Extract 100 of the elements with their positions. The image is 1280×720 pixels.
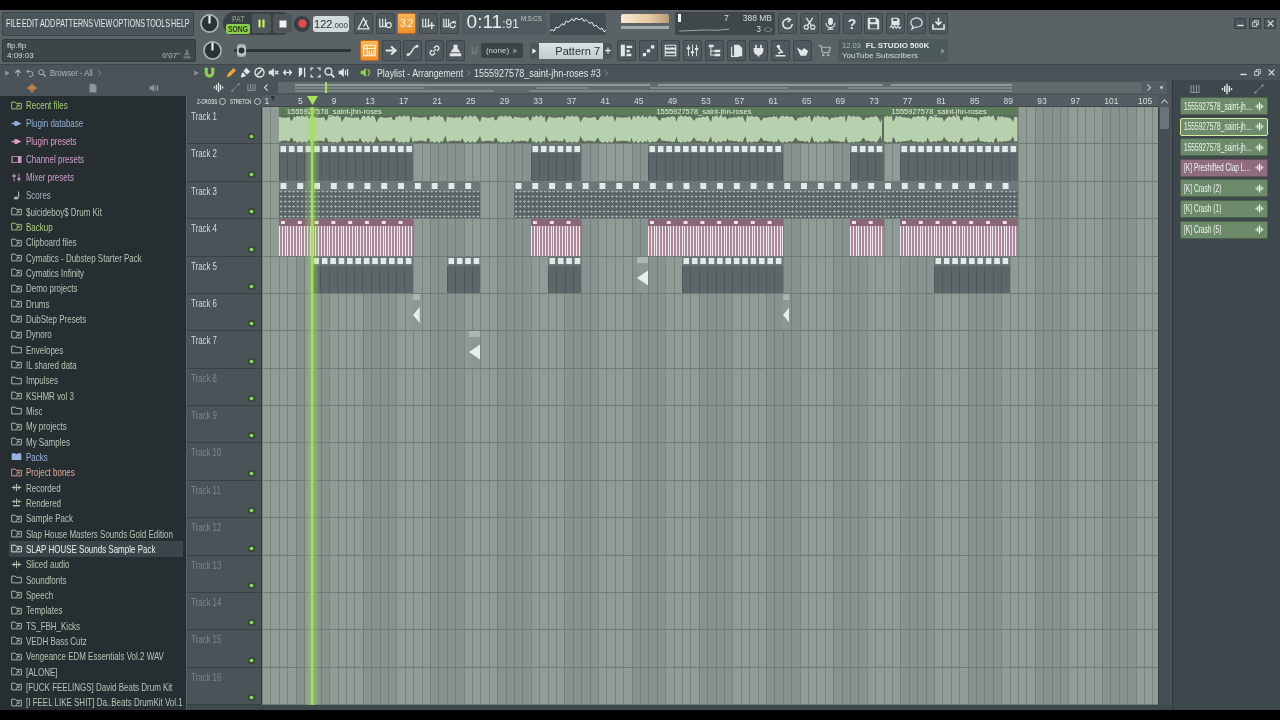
status-dot-icon[interactable] — [248, 694, 255, 701]
clip-source-item[interactable]: 1555927578_saint-jh… — [1180, 117, 1268, 136]
pattern-clip[interactable] — [312, 256, 414, 293]
browser-item[interactable]: Templates — [9, 602, 183, 618]
arrangement-selector[interactable]: 1555927578_saint-jhn-roses #3 — [474, 66, 601, 79]
audio-clip[interactable] — [782, 293, 790, 331]
browser-item[interactable]: KSHMR vol 3 — [9, 387, 183, 404]
menu-item[interactable]: TOOLS — [146, 17, 171, 30]
close-button[interactable] — [1264, 18, 1276, 29]
snap-dropdown[interactable]: (none) — [481, 43, 523, 58]
document-icon[interactable] — [88, 83, 98, 93]
export-button[interactable] — [885, 13, 905, 34]
overview-strip[interactable] — [277, 81, 1143, 94]
menu-item[interactable]: VIEW — [93, 17, 112, 30]
browser-item[interactable]: Backup — [9, 219, 183, 235]
download-button[interactable] — [928, 13, 948, 34]
browser-item[interactable]: Mixer presets — [9, 168, 183, 186]
clip-source-item[interactable]: [K] Crash (1) — [1180, 199, 1268, 218]
pattern-clip[interactable] — [547, 256, 582, 293]
triangle-icon[interactable] — [194, 69, 199, 76]
browser-button[interactable] — [705, 40, 724, 61]
clip-source-item[interactable]: [K] Crash (2) — [1180, 179, 1268, 198]
browser-item[interactable]: SLAP HOUSE Sounds Sample Pack — [9, 541, 183, 557]
timeline-ruler[interactable]: 1 5 9 13 17 21 25 29 33 37 41 45 49 53 57 61 65 69 73 77 81 85 89 93 97 101 105 — [262, 95, 1158, 107]
browser-item[interactable]: Recorded — [9, 479, 183, 496]
browser-item[interactable]: Speech — [9, 587, 183, 603]
comb-icon[interactable] — [1189, 83, 1200, 94]
menu-item[interactable]: HELP — [171, 17, 190, 30]
track-header[interactable]: Track 7 — [187, 331, 262, 369]
playhead-marker-icon[interactable] — [306, 96, 318, 105]
magnet-icon[interactable] — [204, 67, 215, 78]
help-button[interactable]: ? — [842, 13, 862, 34]
scroll-right-button[interactable] — [1143, 81, 1155, 94]
status-dot-icon[interactable] — [248, 656, 255, 664]
pattern-clip[interactable] — [934, 256, 1010, 293]
menu-item[interactable]: ADD — [39, 17, 55, 30]
undo-button[interactable] — [778, 13, 797, 34]
piano-roll-button[interactable] — [617, 40, 636, 61]
arrow-button[interactable] — [381, 40, 401, 61]
browser-item[interactable]: [ALONE] — [9, 663, 183, 680]
browser-item[interactable]: Dynoro — [9, 326, 183, 342]
status-dot-icon[interactable] — [248, 282, 255, 290]
vertical-scrollbar[interactable] — [1158, 107, 1170, 705]
audio-clip[interactable] — [850, 219, 884, 256]
clip-source-item[interactable]: [K] Crash (5) — [1180, 220, 1268, 239]
channel-rack-button[interactable] — [661, 40, 680, 61]
browser-item[interactable]: Packs — [9, 449, 183, 465]
tempo-field[interactable]: 122.000 — [313, 15, 349, 32]
volume-knob[interactable] — [200, 14, 219, 33]
browser-item[interactable]: Plugin database — [9, 114, 183, 132]
browser-item[interactable]: Sliced audio — [9, 556, 183, 572]
bowl-button[interactable] — [793, 40, 812, 61]
track-header[interactable]: Track 4 — [187, 219, 262, 257]
speaker-icon[interactable] — [149, 83, 159, 93]
horizontal-scrollbar[interactable] — [187, 705, 1172, 710]
pattern-menu-button[interactable] — [530, 42, 539, 59]
track-header[interactable]: Track 6 — [187, 293, 262, 332]
browser-item[interactable]: Vengeance EDM Essentials Vol.2 WAV — [9, 648, 183, 664]
playlist-button[interactable] — [360, 40, 379, 61]
corners-icon[interactable] — [310, 67, 321, 78]
track-header[interactable]: Track 5 — [187, 256, 262, 294]
status-dot-icon[interactable] — [248, 395, 255, 402]
status-dot-icon[interactable] — [248, 507, 255, 515]
pattern-clip[interactable] — [530, 144, 582, 181]
blade-icon[interactable] — [296, 67, 307, 78]
triangle-icon[interactable] — [5, 69, 10, 76]
browser-item[interactable]: [FUCK FEELINGS] David Beats Drum Kit — [9, 679, 183, 695]
browser-item[interactable]: IL shared data — [9, 357, 183, 373]
pattern-clip[interactable] — [514, 181, 1018, 219]
browser-item[interactable]: Scores — [9, 186, 183, 204]
browser-item[interactable]: My Samples — [9, 433, 183, 450]
browser-item[interactable]: Drums — [9, 295, 183, 312]
link-line-icon[interactable] — [1253, 83, 1264, 94]
browser-item[interactable]: $uicideboy$ Drum Kit — [9, 204, 183, 220]
browser-item[interactable]: [I FEEL LIKE SHIT] Da..Beats DrumKit Vol.1 — [9, 694, 183, 710]
clip-source-item[interactable]: 1555927578_saint-jh… — [1180, 97, 1268, 115]
status-dot-icon[interactable] — [248, 619, 255, 627]
cut-button[interactable] — [799, 13, 819, 34]
track-header[interactable]: Track 1 — [187, 107, 262, 145]
waveform-icon[interactable] — [27, 83, 37, 93]
scrollbar-thumb[interactable] — [1160, 107, 1169, 129]
audio-clip[interactable] — [530, 219, 582, 256]
chat-button[interactable] — [907, 13, 926, 34]
metronome-button[interactable] — [354, 13, 373, 34]
add-pattern-button[interactable] — [603, 42, 612, 59]
browser-item[interactable]: Misc — [9, 403, 183, 419]
pause-button[interactable] — [252, 14, 271, 33]
scroll-up-button[interactable] — [1158, 95, 1170, 107]
muted-speaker-icon[interactable] — [268, 67, 279, 78]
menu-item[interactable]: EDIT — [22, 17, 39, 30]
browser-item[interactable]: Cymatics Infinity — [9, 265, 183, 281]
up-arrow-icon[interactable] — [14, 68, 22, 77]
status-dot-icon[interactable] — [248, 469, 255, 477]
browser-item[interactable]: Recent files — [9, 96, 183, 114]
pencil-icon[interactable] — [226, 67, 237, 78]
pattern-clip[interactable] — [850, 144, 884, 181]
status-dot-icon[interactable] — [248, 320, 255, 328]
status-dot-icon[interactable] — [248, 245, 255, 253]
mode-toggle[interactable]: SONG — [226, 23, 250, 34]
browser-item[interactable]: Project bones — [9, 464, 183, 480]
